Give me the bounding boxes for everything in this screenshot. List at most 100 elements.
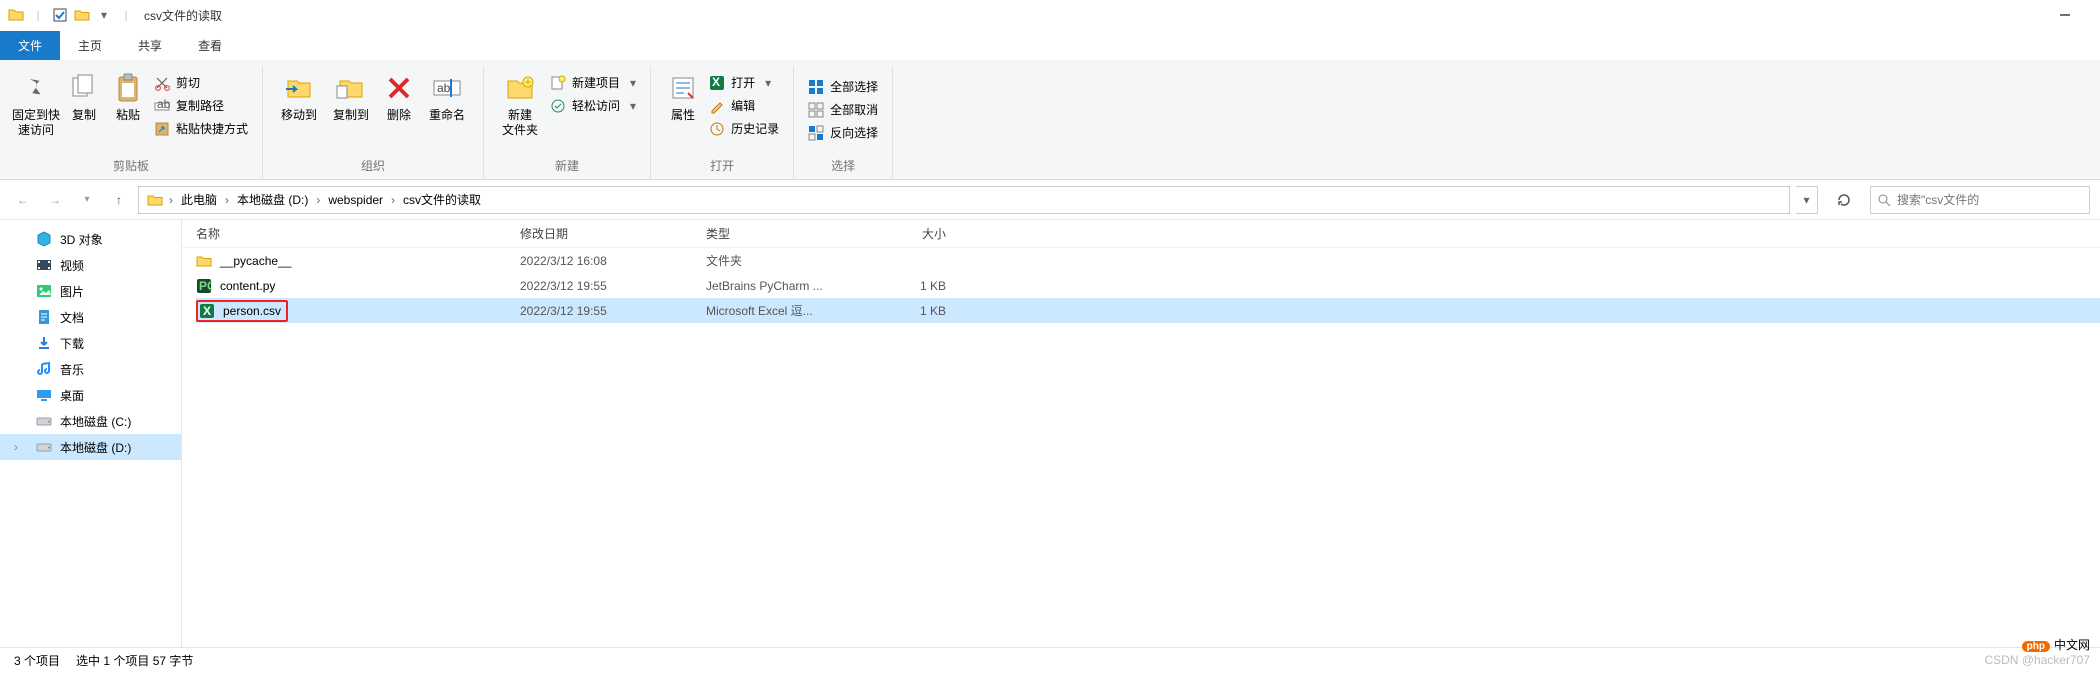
folder-small-icon[interactable] (74, 7, 90, 23)
nav-recent-button[interactable]: ▾ (74, 187, 100, 213)
select-none-button[interactable]: 全部取消 (804, 99, 882, 120)
dropdown-icon: ▾ (630, 99, 636, 113)
nav-forward-button[interactable]: → (42, 187, 68, 213)
new-folder-button[interactable]: 新建 文件夹 (494, 66, 546, 142)
path-dropdown-button[interactable]: ▾ (1796, 186, 1818, 214)
copy-path-button[interactable]: abc复制路径 (150, 95, 252, 116)
scissors-icon (154, 75, 170, 91)
breadcrumb-item[interactable]: csv文件的读取 (397, 187, 487, 212)
svg-text:PC: PC (199, 279, 212, 293)
ribbon-group-clipboard: 固定到快速访问 复制 粘贴 剪切 abc复制路径 粘贴快捷方式 剪贴板 (0, 66, 263, 179)
tree-label: 视频 (60, 257, 84, 274)
search-input[interactable] (1897, 193, 2083, 207)
newitem-icon (550, 75, 566, 91)
nav-back-button[interactable]: ← (10, 187, 36, 213)
watermark: php中文网 CSDN @hacker707 (1984, 636, 2090, 667)
tree-label: 本地磁盘 (C:) (60, 413, 131, 430)
py-icon: PC (196, 278, 212, 294)
open-button[interactable]: X打开▾ (705, 72, 783, 93)
invert-selection-button[interactable]: 反向选择 (804, 122, 882, 143)
select-all-button[interactable]: 全部选择 (804, 76, 882, 97)
tree-item[interactable]: 文档 (0, 304, 181, 330)
window-title: csv文件的读取 (144, 7, 222, 24)
file-rows: __pycache__2022/3/12 16:08文件夹PCcontent.p… (182, 248, 2100, 323)
col-name[interactable]: 名称 (196, 225, 520, 242)
ribbon-group-organize: 移动到 复制到 删除 ab 重命名 组织 (263, 66, 484, 179)
tree-item[interactable]: 图片 (0, 278, 181, 304)
paste-shortcut-button[interactable]: 粘贴快捷方式 (150, 118, 252, 139)
svg-text:ab: ab (437, 81, 451, 95)
tree-item[interactable]: 桌面 (0, 382, 181, 408)
file-list: 名称 修改日期 类型 大小 __pycache__2022/3/12 16:08… (182, 220, 2100, 668)
properties-button[interactable]: 属性 (661, 66, 705, 127)
svg-text:X: X (203, 304, 211, 318)
group-label: 新建 (555, 154, 579, 179)
tree-item[interactable]: 本地磁盘 (C:) (0, 408, 181, 434)
breadcrumb-item[interactable]: 此电脑 (175, 187, 223, 212)
file-type: 文件夹 (706, 252, 856, 269)
new-folder-icon (505, 70, 535, 106)
nav-up-button[interactable]: ↑ (106, 187, 132, 213)
group-label: 打开 (710, 154, 734, 179)
column-headers: 名称 修改日期 类型 大小 (182, 220, 2100, 248)
delete-button[interactable]: 删除 (377, 66, 421, 127)
breadcrumb-item[interactable]: 本地磁盘 (D:) (231, 187, 314, 212)
pin-to-quick-access-button[interactable]: 固定到快速访问 (10, 66, 62, 142)
tab-file[interactable]: 文件 (0, 31, 60, 60)
quick-access-toolbar: | ▾ | (8, 7, 134, 23)
tab-view[interactable]: 查看 (180, 31, 240, 60)
minimize-button[interactable] (2056, 6, 2074, 24)
copy-button[interactable]: 复制 (62, 66, 106, 127)
paste-button[interactable]: 粘贴 (106, 66, 150, 127)
breadcrumb-bar[interactable]: › 此电脑 › 本地磁盘 (D:) › webspider › csv文件的读取 (138, 186, 1790, 214)
easy-access-button[interactable]: 轻松访问▾ (546, 95, 640, 116)
tree-item[interactable]: 音乐 (0, 356, 181, 382)
tree-item[interactable]: 视频 (0, 252, 181, 278)
file-row[interactable]: Xperson.csv2022/3/12 19:55Microsoft Exce… (196, 298, 2100, 323)
copy-to-button[interactable]: 复制到 (325, 66, 377, 127)
history-button[interactable]: 历史记录 (705, 118, 783, 139)
new-item-button[interactable]: 新建项目▾ (546, 72, 640, 93)
chevron-right-icon[interactable]: › (14, 440, 18, 454)
content-area: 3D 对象视频图片文档下载音乐桌面本地磁盘 (C:) ›本地磁盘 (D:) 名称 … (0, 220, 2100, 668)
address-bar: ← → ▾ ↑ › 此电脑 › 本地磁盘 (D:) › webspider › … (0, 180, 2100, 220)
moveto-icon (284, 70, 314, 106)
breadcrumb-item[interactable]: webspider (322, 189, 389, 211)
rename-button[interactable]: ab 重命名 (421, 66, 473, 127)
shortcut-icon (154, 121, 170, 137)
col-type[interactable]: 类型 (706, 225, 856, 242)
divider: | (30, 7, 46, 23)
rename-icon: ab (433, 70, 461, 106)
chevron-right-icon[interactable]: › (389, 189, 397, 211)
tree-item[interactable]: 下载 (0, 330, 181, 356)
ribbon-group-new: 新建 文件夹 新建项目▾ 轻松访问▾ 新建 (484, 66, 651, 179)
folder-icon (147, 192, 163, 208)
qat-dropdown-icon[interactable]: ▾ (96, 7, 112, 23)
ribbon: 固定到快速访问 复制 粘贴 剪切 abc复制路径 粘贴快捷方式 剪贴板 移动到 (0, 60, 2100, 180)
cut-button[interactable]: 剪切 (150, 72, 252, 93)
search-box[interactable] (1870, 186, 2090, 214)
tab-home[interactable]: 主页 (60, 31, 120, 60)
chevron-right-icon[interactable]: › (223, 189, 231, 211)
edit-button[interactable]: 编辑 (705, 95, 783, 116)
chevron-right-icon[interactable]: › (314, 189, 322, 211)
pic-icon (36, 283, 52, 299)
tree-item[interactable]: 3D 对象 (0, 226, 181, 252)
checkbox-icon[interactable] (52, 7, 68, 23)
file-type: JetBrains PyCharm ... (706, 279, 856, 293)
history-icon (709, 121, 725, 137)
drive-icon (36, 413, 52, 429)
tree-label: 桌面 (60, 387, 84, 404)
tree-item[interactable]: ›本地磁盘 (D:) (0, 434, 181, 460)
tab-share[interactable]: 共享 (120, 31, 180, 60)
path-icon: abc (154, 98, 170, 114)
file-type: Microsoft Excel 逗... (706, 302, 856, 319)
chevron-right-icon[interactable]: › (167, 189, 175, 211)
refresh-button[interactable] (1830, 186, 1858, 214)
move-to-button[interactable]: 移动到 (273, 66, 325, 127)
col-size[interactable]: 大小 (856, 225, 974, 242)
col-date[interactable]: 修改日期 (520, 225, 706, 242)
folder-icon (8, 7, 24, 23)
file-row[interactable]: PCcontent.py2022/3/12 19:55JetBrains PyC… (196, 273, 2100, 298)
file-row[interactable]: __pycache__2022/3/12 16:08文件夹 (196, 248, 2100, 273)
